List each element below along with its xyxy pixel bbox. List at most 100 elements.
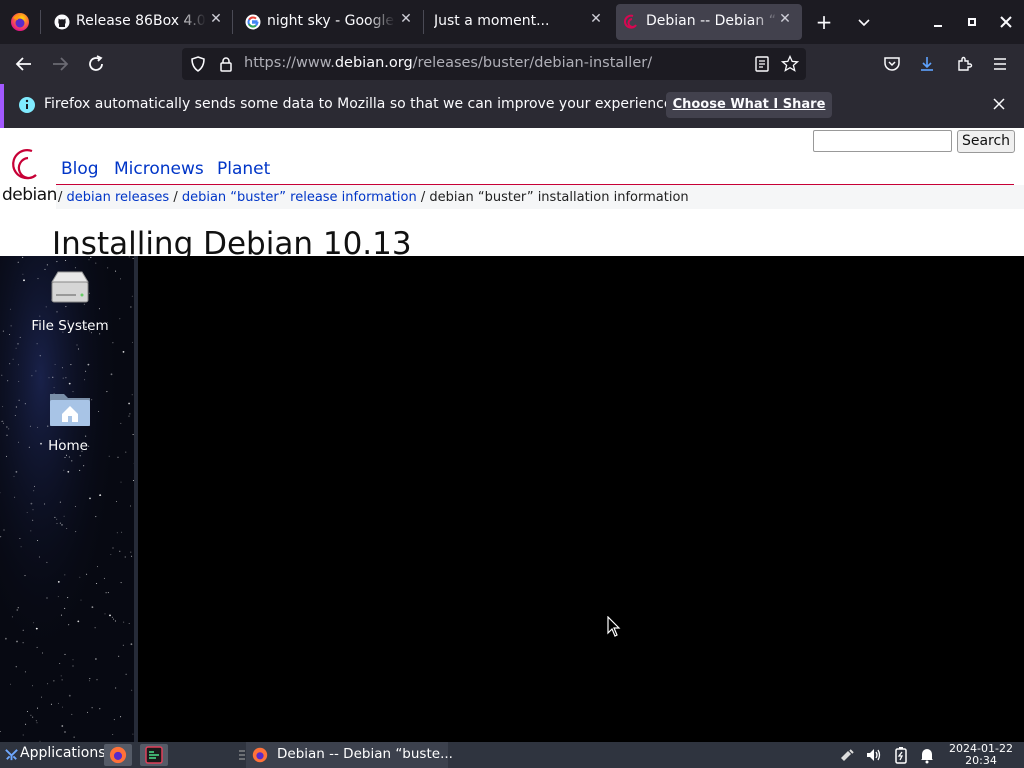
star [64,607,66,609]
tracking-protection-shield-icon[interactable] [190,56,206,72]
star [130,505,131,507]
close-tab-icon[interactable]: ✕ [589,12,603,26]
firefox-menu-icon[interactable] [10,12,30,32]
breadcrumb: / debian releases / debian “buster” rele… [58,190,689,205]
star [112,547,114,549]
star [73,736,75,738]
star [91,606,94,608]
url-text[interactable]: https://www.debian.org/releases/buster/d… [244,55,652,71]
star [99,494,102,496]
blank-window-area [138,256,1024,742]
tab-just-a-moment[interactable]: Just a moment... ✕ [424,0,614,44]
star [12,358,14,360]
tab-release-86box[interactable]: Release 86Box 4.0.1 ✕ [42,0,232,44]
url-prefix: https://www. [244,55,335,71]
star [74,506,76,507]
url-domain: debian.org [334,55,413,71]
star [31,375,33,377]
url-path: /releases/buster/debian-installer/ [412,55,653,71]
star [56,523,58,524]
star [114,620,116,622]
new-tab-icon[interactable]: + [814,12,834,32]
star [9,363,11,365]
google-icon [245,14,261,30]
star [68,382,71,385]
volume-icon[interactable] [865,746,883,764]
star [1,374,3,376]
star [90,257,91,258]
site-search-button[interactable]: Search [957,130,1015,153]
star [65,260,67,261]
star [80,599,82,601]
nav-link-planet[interactable]: Planet [217,159,270,179]
page-heading: Installing Debian 10.13 [52,226,412,256]
star [18,364,19,366]
breadcrumb-link-buster[interactable]: debian “buster” release information [182,190,417,205]
clock[interactable]: 2024-01-22 20:34 [946,743,1016,767]
breadcrumb-link-releases[interactable]: debian releases [67,190,170,205]
downloads-icon[interactable] [918,55,936,73]
drive-icon [51,271,89,303]
close-notification-icon[interactable] [993,98,1005,110]
star [118,655,120,657]
launcher-app[interactable] [140,744,168,766]
desktop-icon-file-system[interactable]: File System [10,266,130,340]
star [15,347,17,349]
bookmark-star-icon[interactable] [781,55,799,73]
star [35,720,37,722]
star [63,469,65,471]
star [84,379,86,381]
star [128,415,130,417]
applications-label: Applications [20,745,106,761]
star [46,597,48,599]
tab-title: Just a moment... [434,13,550,29]
reload-icon[interactable] [84,52,108,76]
site-search-input[interactable] [813,130,952,152]
hamburger-menu-icon[interactable] [991,55,1009,73]
reader-view-icon[interactable] [753,55,771,73]
minimize-icon[interactable] [930,14,946,30]
star [99,708,101,710]
extensions-icon[interactable] [955,55,973,73]
nav-link-micronews[interactable]: Micronews [114,159,204,179]
star [26,711,28,712]
list-all-tabs-icon[interactable] [856,14,872,30]
star [59,501,61,503]
launcher-firefox[interactable] [104,744,132,766]
star [14,496,16,498]
star [96,679,98,681]
close-tab-icon[interactable]: ✕ [778,12,792,26]
star [54,516,56,518]
tab-night-sky[interactable]: night sky - Google S ✕ [233,0,423,44]
desktop-icon-home[interactable]: Home [8,386,128,460]
back-icon[interactable] [12,52,36,76]
close-tab-icon[interactable]: ✕ [209,12,223,26]
star [35,627,38,630]
nav-link-blog[interactable]: Blog [61,159,99,179]
star [16,640,18,643]
lock-icon[interactable] [218,56,234,72]
star [17,343,19,345]
network-icon[interactable] [838,746,856,764]
star [16,609,19,611]
close-window-icon[interactable] [998,14,1014,30]
star [71,713,73,715]
debian-wordmark[interactable]: debian [2,185,57,205]
star [107,592,109,594]
star [2,420,4,422]
forward-icon[interactable] [48,52,72,76]
star [115,687,117,689]
tab-debian[interactable]: Debian -- Debian “b ✕ [616,0,802,44]
maximize-icon[interactable] [964,14,980,30]
battery-icon[interactable] [892,746,910,764]
star [62,706,63,708]
star [22,734,24,736]
star [56,518,58,520]
pocket-icon[interactable] [883,55,901,73]
close-tab-icon[interactable]: ✕ [399,12,413,26]
notifications-bell-icon[interactable] [918,746,936,764]
breadcrumb-current: debian “buster” installation information [429,190,689,205]
star [26,512,28,513]
choose-what-i-share-button[interactable]: Choose What I Share [666,92,832,118]
star [123,621,125,623]
